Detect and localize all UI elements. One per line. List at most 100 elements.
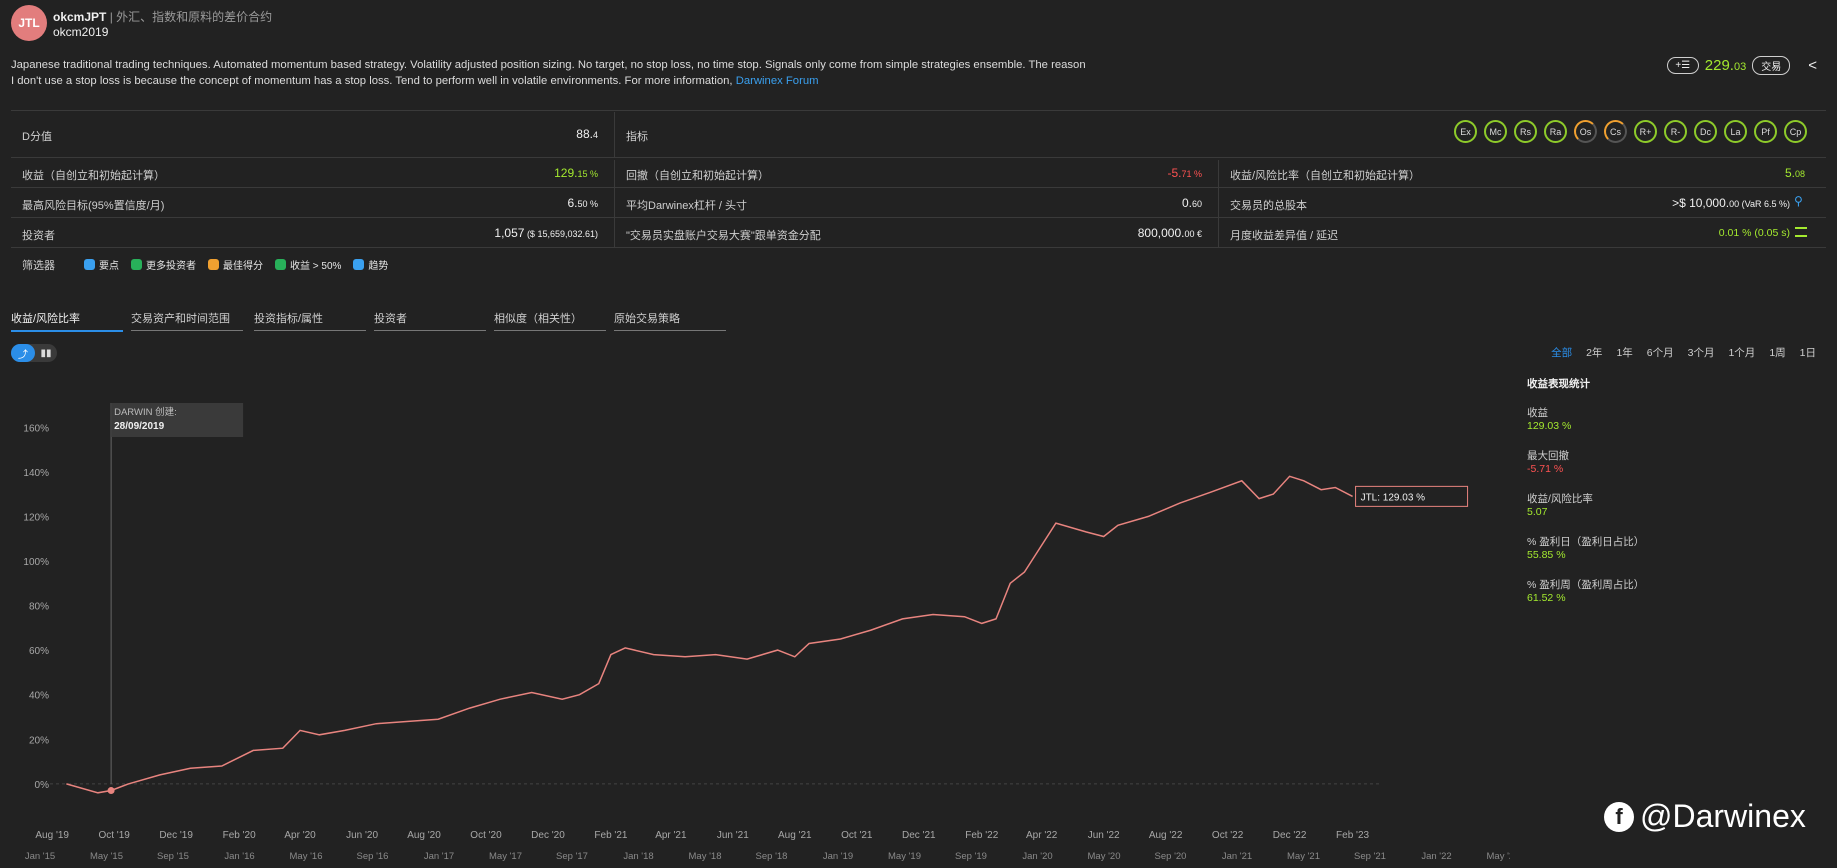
period-option[interactable]: 全部 (1551, 345, 1572, 360)
contest-label: "交易员实盘账户交易大赛"跟单资金分配 (626, 230, 821, 242)
monthly-label: 月度收益差异值 / 延迟 (1230, 230, 1339, 242)
series-line-jtl (66, 475, 1353, 794)
x-tick-label: Dec '21 (902, 830, 936, 841)
x-tick-label: Dec '22 (1273, 830, 1307, 841)
indicator-mc[interactable]: Mc (1484, 120, 1507, 143)
indicator-cp[interactable]: Cp (1784, 120, 1807, 143)
y-tick-label: 60% (29, 646, 49, 657)
bar-chart-icon[interactable]: ▮▮ (35, 344, 57, 362)
filters-list: 要点 更多投资者 最佳得分 收益 > 50% 趋势 (84, 257, 400, 272)
stat-label: % 盈利周（盈利周占比） (1527, 579, 1645, 591)
indicator-rplus[interactable]: R+ (1634, 120, 1657, 143)
period-selector: 全部 2年 1年 6个月 3个月 1个月 1周 1日 (1551, 345, 1816, 360)
drawdown-label: 回撤（自创立和初始起计算） (626, 170, 769, 182)
filter-tag[interactable]: 最佳得分 (208, 257, 263, 272)
navigator-tick-label: Sep '15 (157, 851, 189, 862)
divider (11, 187, 1826, 188)
tab-assets-timeframe[interactable]: 交易资产和时间范围 (131, 310, 243, 331)
tab-investors[interactable]: 投资者 (374, 310, 486, 331)
darwin-price: 229.03 (1704, 57, 1747, 74)
divider (1218, 160, 1219, 248)
indicator-dc[interactable]: Dc (1694, 120, 1717, 143)
x-tick-label: Jun '20 (346, 830, 378, 841)
indicator-rminus[interactable]: R- (1664, 120, 1687, 143)
forum-link[interactable]: Darwinex Forum (736, 75, 819, 87)
performance-stats: 收益表现统计 收益 129.03 % 最大回撤 -5.71 % 收益/风险比率 5.07%… (1527, 376, 1644, 620)
filter-badge-icon (131, 259, 142, 270)
period-option[interactable]: 1周 (1769, 345, 1785, 360)
period-option[interactable]: 1日 (1800, 345, 1816, 360)
creation-annotation-date: 28/09/2019 (114, 421, 164, 432)
filter-badge-icon (353, 259, 365, 270)
x-tick-label: Feb '21 (594, 830, 627, 841)
y-tick-label: 40% (29, 691, 49, 702)
divider (11, 217, 1826, 218)
divider (614, 112, 615, 157)
navigator-tick-label: Jan '17 (424, 851, 454, 862)
indicator-ra[interactable]: Ra (1544, 120, 1567, 143)
filter-tag[interactable]: 更多投资者 (131, 257, 196, 272)
chart-type-toggle[interactable]: ⤴ ▮▮ (11, 344, 57, 362)
tab-correlation[interactable]: 相似度（相关性） (494, 310, 606, 331)
navigator-tick-label: May '16 (290, 851, 323, 862)
period-option[interactable]: 1年 (1616, 345, 1632, 360)
search-icon[interactable]: ⚲ (1794, 194, 1803, 208)
x-tick-label: Jun '21 (717, 830, 749, 841)
navigator-tick-label: May '18 (689, 851, 722, 862)
share-icon[interactable]: < (1808, 57, 1817, 74)
trade-button[interactable]: 交易 (1752, 56, 1791, 75)
indicator-pf[interactable]: Pf (1754, 120, 1777, 143)
return-chart[interactable]: 0% 20% 40% 60% 80% 100% 120% 140% 160% Aug '19 Oct… (0, 395, 1510, 868)
indicator-cs[interactable]: Cs (1604, 120, 1627, 143)
drawdown-value: -5.71 % (1167, 166, 1202, 180)
period-option[interactable]: 1个月 (1728, 345, 1755, 360)
filter-tag[interactable]: 收益 > 50% (275, 257, 341, 272)
y-tick-label: 120% (23, 512, 49, 523)
divider (614, 160, 615, 248)
tab-original-strategy[interactable]: 原始交易策略 (614, 310, 726, 331)
period-option[interactable]: 2年 (1586, 345, 1602, 360)
line-chart-icon[interactable]: ⤴ (11, 344, 35, 362)
y-tick-label: 100% (23, 557, 49, 568)
plus-list-icon[interactable]: +☰ (1666, 57, 1699, 74)
darwin-title: okcmJPT | 外汇、指数和原料的差价合约 (53, 8, 272, 25)
ratio-label: 收益/风险比率（自创立和初始起计算） (1230, 170, 1421, 182)
filter-badge-icon (84, 259, 95, 270)
navigator-tick-label: May '21 (1287, 851, 1320, 862)
filter-label: 更多投资者 (146, 261, 196, 272)
trader-username[interactable]: okcm2019 (53, 25, 108, 39)
indicator-la[interactable]: La (1724, 120, 1747, 143)
period-option[interactable]: 6个月 (1647, 345, 1674, 360)
filter-tag[interactable]: 趋势 (353, 257, 388, 272)
navigator-tick-label: Jan '15 (25, 851, 55, 862)
filter-tag[interactable]: 要点 (84, 257, 119, 272)
x-tick-label: Dec '20 (531, 830, 565, 841)
tab-return-risk[interactable]: 收益/风险比率 (11, 310, 123, 332)
tab-investment-attributes[interactable]: 投资指标/属性 (254, 310, 366, 331)
series-end-label: JTL: 129.03 % (1361, 492, 1426, 503)
stat-value: 61.52 % (1527, 592, 1566, 604)
creation-annotation-label: DARWIN 创建: (114, 406, 177, 418)
bars-icon[interactable] (1795, 227, 1807, 237)
strategy-description: Japanese traditional trading techniques.… (11, 57, 1091, 89)
facebook-icon: f (1604, 801, 1634, 832)
navigator-tick-label: Jan '18 (623, 851, 653, 862)
indicator-ex[interactable]: Ex (1454, 120, 1477, 143)
stat-label: 收益 (1527, 407, 1548, 419)
description-text: Japanese traditional trading techniques.… (11, 59, 1086, 87)
indicators-label: 指标 (626, 131, 648, 143)
top-actions: +☰ 229.03 交易 < (1666, 56, 1817, 75)
navigator-tick-label: May '22 (1487, 851, 1510, 862)
darwin-name[interactable]: okcmJPT (53, 10, 106, 24)
x-tick-label: Aug '20 (407, 830, 441, 841)
leverage-label: 平均Darwinex杠杆 / 头寸 (626, 200, 748, 212)
stat-value: 129.03 % (1527, 420, 1572, 432)
x-tick-label: Oct '19 (98, 830, 130, 841)
d-score-label: D分值 (22, 131, 52, 143)
ratio-value: 5.08 (1784, 166, 1805, 180)
indicator-os[interactable]: Os (1574, 120, 1597, 143)
indicator-rs[interactable]: Rs (1514, 120, 1537, 143)
navigator-tick-label: Jan '21 (1222, 851, 1252, 862)
x-tick-label: Apr '22 (1026, 830, 1058, 841)
period-option[interactable]: 3个月 (1688, 345, 1715, 360)
